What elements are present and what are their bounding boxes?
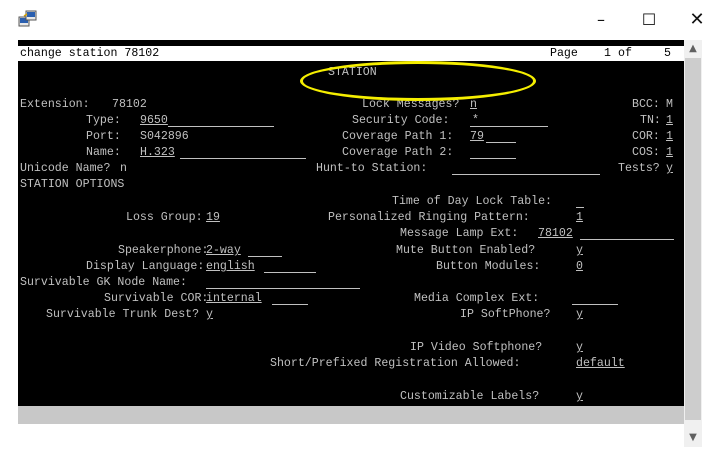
scroll-down-icon[interactable]: ▼	[684, 429, 702, 447]
speakerphone-field[interactable]: 2-way	[206, 244, 241, 257]
security-code-field[interactable]	[470, 126, 548, 127]
loss-group-label: Loss Group:	[126, 211, 203, 224]
type-field[interactable]: 9650	[140, 114, 168, 127]
coverage-path-2-field[interactable]	[470, 158, 516, 159]
vertical-scrollbar[interactable]: ▲ ▼	[684, 40, 702, 447]
media-complex-ext-field[interactable]	[572, 304, 618, 305]
message-lamp-ext-label: Message Lamp Ext:	[400, 227, 519, 240]
customizable-labels-field[interactable]: y	[576, 390, 583, 403]
maximize-button[interactable]: ☐	[626, 6, 672, 34]
coverage-path-highlight-circle	[300, 61, 536, 101]
command-line: change station 78102	[20, 47, 160, 60]
cos-field[interactable]: 1	[666, 146, 673, 159]
extension-label: Extension:	[20, 98, 90, 111]
unicode-name-label: Unicode Name?	[20, 162, 111, 175]
unicode-name-value: n	[120, 162, 127, 175]
survivable-trunk-field[interactable]: y	[206, 308, 213, 321]
customizable-labels-label: Customizable Labels?	[400, 390, 540, 403]
name-label: Name:	[86, 146, 121, 159]
coverage-path-1-label: Coverage Path 1:	[342, 130, 454, 143]
ringing-pattern-field[interactable]: 1	[576, 211, 583, 224]
type-label: Type:	[86, 114, 121, 127]
tests-field[interactable]: y	[666, 162, 673, 175]
extension-value: 78102	[112, 98, 147, 111]
bcc-value: M	[666, 98, 673, 111]
scrollbar-thumb[interactable]	[685, 58, 701, 420]
coverage-path-1-field[interactable]: 79	[470, 130, 484, 143]
terminal-bottom-margin	[18, 424, 684, 457]
mute-button-field[interactable]: y	[576, 244, 583, 257]
survivable-gk-node-label: Survivable GK Node Name:	[20, 276, 187, 289]
terminal-status-bar	[18, 406, 684, 424]
cor-label: COR:	[632, 130, 660, 143]
scroll-up-icon[interactable]: ▲	[684, 40, 702, 58]
tn-label: TN:	[640, 114, 661, 127]
page-current: 1	[604, 47, 611, 60]
cor-field[interactable]: 1	[666, 130, 673, 143]
survivable-cor-label: Survivable COR:	[104, 292, 209, 305]
ip-softphone-label: IP SoftPhone?	[460, 308, 551, 321]
page-label: Page	[550, 47, 578, 60]
page-of: of	[618, 47, 632, 60]
terminal-header-bar: change station 78102 Page 1 of 5	[18, 46, 684, 61]
close-button[interactable]: ✕	[674, 6, 720, 34]
tests-label: Tests?	[618, 162, 660, 175]
cos-label: COS:	[632, 146, 660, 159]
hunt-to-station-field[interactable]	[452, 174, 600, 175]
short-registration-field[interactable]: default	[576, 357, 625, 370]
ringing-pattern-label: Personalized Ringing Pattern:	[328, 211, 530, 224]
port-value: S042896	[140, 130, 189, 143]
coverage-path-2-label: Coverage Path 2:	[342, 146, 454, 159]
station-options-title: STATION OPTIONS	[20, 178, 125, 191]
time-of-day-lock-label: Time of Day Lock Table:	[392, 195, 553, 208]
message-lamp-ext-field[interactable]: 78102	[538, 227, 573, 240]
window-titlebar: – ☐ ✕	[0, 0, 720, 40]
speakerphone-label: Speakerphone:	[118, 244, 209, 257]
lock-messages-field[interactable]: n	[470, 98, 477, 111]
survivable-trunk-label: Survivable Trunk Dest?	[46, 308, 200, 321]
survivable-cor-field[interactable]: internal	[206, 292, 262, 305]
time-of-day-lock-field[interactable]	[576, 207, 584, 208]
short-registration-label: Short/Prefixed Registration Allowed:	[270, 357, 521, 370]
media-complex-ext-label: Media Complex Ext:	[414, 292, 540, 305]
tn-field[interactable]: 1	[666, 114, 673, 127]
survivable-gk-node-field[interactable]	[206, 288, 360, 289]
button-modules-field[interactable]: 0	[576, 260, 583, 273]
minimize-button[interactable]: –	[578, 6, 624, 34]
ip-softphone-field[interactable]: y	[576, 308, 583, 321]
ip-video-softphone-field[interactable]: y	[576, 341, 583, 354]
name-field[interactable]: H.323	[140, 146, 175, 159]
terminal-screen[interactable]: change station 78102 Page 1 of 5 STATION…	[18, 40, 684, 424]
loss-group-field[interactable]: 19	[206, 211, 220, 224]
bcc-label: BCC:	[632, 98, 660, 111]
security-code-label: Security Code:	[352, 114, 450, 127]
button-modules-label: Button Modules:	[436, 260, 541, 273]
port-label: Port:	[86, 130, 121, 143]
hunt-to-station-label: Hunt-to Station:	[316, 162, 428, 175]
ip-video-softphone-label: IP Video Softphone?	[410, 341, 543, 354]
page-total: 5	[664, 47, 671, 60]
mute-button-label: Mute Button Enabled?	[396, 244, 536, 257]
display-language-label: Display Language:	[86, 260, 205, 273]
terminal-app-icon[interactable]	[18, 9, 38, 29]
display-language-field[interactable]: english	[206, 260, 255, 273]
